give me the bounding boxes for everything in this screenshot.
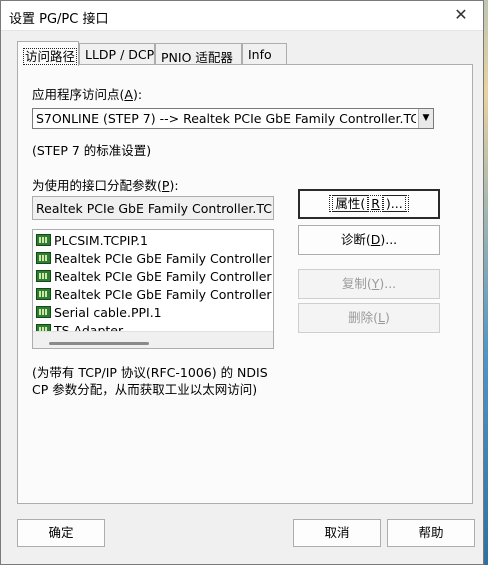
help-button[interactable]: 帮助 [387,519,475,547]
window-title: 设置 PG/PC 接口 [9,12,109,27]
list-item[interactable]: Serial cable.PPI.1 [36,305,162,323]
access-point-value: S7ONLINE (STEP 7) --> Realtek PCIe GbE F… [36,111,416,126]
network-adapter-icon [36,270,51,282]
copy-button[interactable]: 复制(Y)... [298,269,440,299]
network-adapter-icon [36,234,51,246]
list-item[interactable]: Realtek PCIe GbE Family Controller [36,269,272,287]
interface-description-line2: CP 参数分配，从而获取工业以太网访问) [32,382,258,397]
tab-info[interactable]: Info [242,43,287,65]
properties-button[interactable]: 属性(R)... [298,189,440,219]
tab-label: 访问路径 [23,48,78,65]
tab-panel-access-path: 应用程序访问点(A): S7ONLINE (STEP 7) --> Realte… [17,64,473,504]
list-item[interactable]: Realtek PCIe GbE Family Controller [36,287,272,305]
tab-label: Info [248,47,272,62]
tab-lldp-dcp[interactable]: LLDP / DCP [79,43,155,65]
dialog-window: 设置 PG/PC 接口 ✕ 访问路径 LLDP / DCP PNIO 适配器 I… [0,0,484,565]
current-interface-field[interactable]: Realtek PCIe GbE Family Controller.TCPIP [32,196,274,220]
scrollbar-thumb[interactable] [49,342,149,345]
tab-label: PNIO 适配器 [161,50,233,65]
horizontal-scrollbar[interactable] [33,331,273,348]
chevron-down-icon[interactable]: ▼ [418,109,433,128]
tab-label: LLDP / DCP [85,47,155,62]
close-icon[interactable]: ✕ [451,5,471,25]
cancel-button[interactable]: 取消 [293,519,381,547]
ok-button[interactable]: 确定 [17,519,105,547]
network-adapter-icon [36,306,51,318]
standard-setting-note: (STEP 7 的标准设置) [32,143,152,158]
interface-list[interactable]: PLCSIM.TCPIP.1 Realtek PCIe GbE Family C… [32,229,274,349]
access-point-label: 应用程序访问点(A): [32,87,143,102]
title-bar: 设置 PG/PC 接口 ✕ [1,1,483,31]
diagnostics-button[interactable]: 诊断(D)... [298,225,440,255]
tab-pnio-adapter[interactable]: PNIO 适配器 [155,43,242,65]
network-adapter-icon [36,288,51,300]
delete-button[interactable]: 删除(L) [298,303,440,333]
network-adapter-icon [36,252,51,264]
list-item[interactable]: Realtek PCIe GbE Family Controller [36,251,272,269]
list-item[interactable]: PLCSIM.TCPIP.1 [36,233,148,251]
tab-access-path[interactable]: 访问路径 [17,41,79,66]
access-point-dropdown[interactable]: S7ONLINE (STEP 7) --> Realtek PCIe GbE F… [32,108,434,129]
params-label: 为使用的接口分配参数(P): [32,178,179,193]
current-interface-value: Realtek PCIe GbE Family Controller.TCPIP [36,201,274,216]
